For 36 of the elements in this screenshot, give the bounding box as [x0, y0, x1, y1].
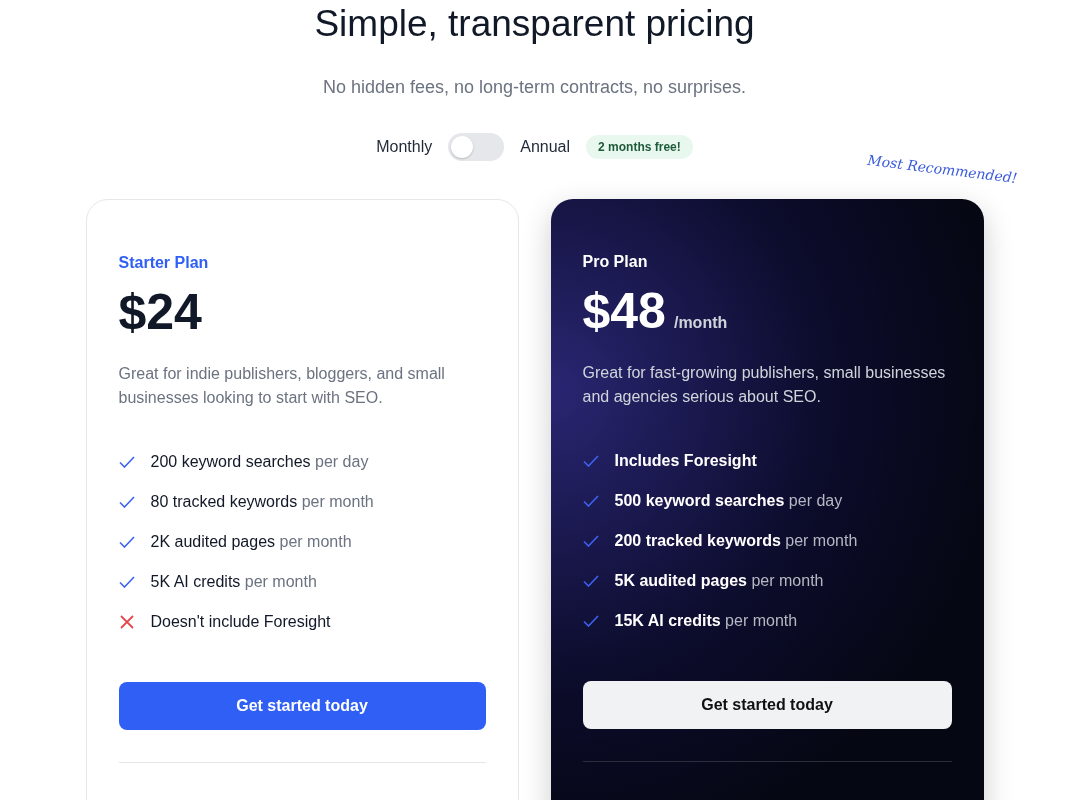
plan-price: $48 [582, 282, 666, 341]
feature-text: Includes Foresight [614, 452, 757, 470]
billing-toggle[interactable] [448, 133, 505, 161]
feature-text: 200 tracked keywords per month [614, 532, 858, 550]
feature-text: 200 keyword searches per day [150, 453, 369, 471]
check-icon [582, 535, 599, 547]
plan-description: Great for fast-growing publishers, small businesses and agencies serious about SEO. [582, 363, 947, 407]
feature-text: 5K AI credits per month [150, 573, 317, 591]
check-icon [118, 456, 135, 468]
monthly-label: Monthly [376, 138, 433, 156]
check-icon [582, 495, 599, 507]
feature-text: 5K audited pages per month [614, 572, 824, 590]
get-started-button[interactable]: Get started today [582, 681, 952, 729]
plan-name: Pro Plan [582, 253, 649, 271]
plan-price: $24 [118, 283, 202, 342]
feature-text: 2K audited pages per month [150, 533, 352, 551]
annual-label: Annual [520, 138, 571, 156]
page-title: Simple, transparent pricing [314, 4, 755, 44]
feature-text: 15K AI credits per month [614, 612, 798, 630]
plan-name: Starter Plan [118, 254, 210, 272]
check-icon [118, 496, 135, 508]
page-subtitle: No hidden fees, no long-term contracts, no surprises. [322, 77, 747, 98]
feature-text: 500 keyword searches per day [614, 492, 843, 510]
feature-text: Doesn't include Foresight [150, 613, 331, 631]
recommendation-note: Most Recommended! [866, 151, 1018, 187]
cross-icon [118, 615, 135, 629]
feature-text: 80 tracked keywords per month [150, 493, 374, 511]
check-icon [118, 576, 135, 588]
check-icon [118, 536, 135, 548]
check-icon [582, 455, 599, 467]
plan-description: Great for indie publishers, bloggers, and small businesses looking to start with SEO. [118, 364, 446, 408]
price-period: /month [673, 314, 728, 332]
check-icon [582, 575, 599, 587]
check-icon [582, 615, 599, 627]
get-started-button[interactable]: Get started today [118, 682, 486, 730]
discount-badge: 2 months free! [586, 135, 693, 159]
